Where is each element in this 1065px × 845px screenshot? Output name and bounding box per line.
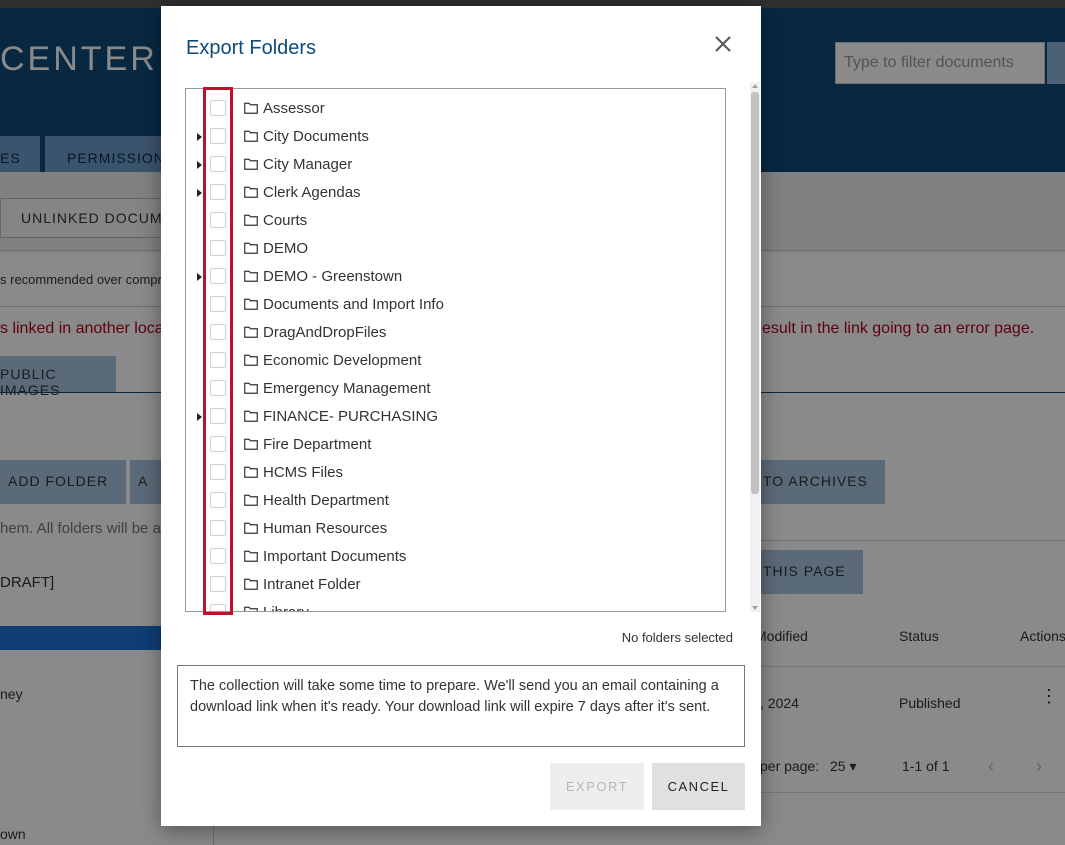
folder-checkbox[interactable]	[210, 268, 226, 284]
folder-checkbox[interactable]	[210, 604, 226, 611]
folder-checkbox[interactable]	[210, 548, 226, 564]
scroll-up-arrow-icon[interactable]	[752, 84, 758, 88]
folder-label: Courts	[263, 212, 308, 229]
folder-icon	[244, 578, 258, 590]
folder-label: FINANCE- PURCHASING	[263, 408, 439, 425]
expand-arrow-icon[interactable]	[197, 161, 202, 169]
folder-checkbox[interactable]	[210, 352, 226, 368]
folder-tree-row[interactable]: City Manager	[186, 151, 725, 179]
folder-icon	[244, 186, 258, 198]
folder-icon	[244, 494, 258, 506]
folder-icon	[244, 550, 258, 562]
export-info-message: The collection will take some time to pr…	[177, 665, 745, 747]
folder-checkbox[interactable]	[210, 296, 226, 312]
folder-checkbox[interactable]	[210, 184, 226, 200]
folder-tree-row[interactable]: DragAndDropFiles	[186, 319, 725, 347]
folder-tree-row[interactable]: Emergency Management	[186, 375, 725, 403]
folder-label: DragAndDropFiles	[263, 324, 387, 341]
selection-status: No folders selected	[621, 630, 733, 645]
folder-label: Assessor	[263, 100, 325, 117]
expand-arrow-icon[interactable]	[197, 273, 202, 281]
folder-label: Human Resources	[263, 520, 388, 537]
expand-arrow-icon[interactable]	[197, 413, 202, 421]
folder-tree-row[interactable]: Intranet Folder	[186, 571, 725, 599]
folder-checkbox[interactable]	[210, 492, 226, 508]
folder-tree-row[interactable]: Important Documents	[186, 543, 725, 571]
folder-tree-row[interactable]: Assessor	[186, 95, 725, 123]
cancel-button[interactable]: CANCEL	[652, 763, 745, 810]
folder-label: HCMS Files	[263, 464, 344, 481]
close-button[interactable]	[711, 32, 735, 56]
folder-icon	[244, 214, 258, 226]
folder-label: City Manager	[263, 156, 353, 173]
folder-tree-row[interactable]: Courts	[186, 207, 725, 235]
folder-tree-row[interactable]: Human Resources	[186, 515, 725, 543]
folder-checkbox[interactable]	[210, 520, 226, 536]
folder-checkbox[interactable]	[210, 240, 226, 256]
folder-tree[interactable]: Assessor City Documents City Manager Clerk …	[185, 88, 726, 612]
folder-checkbox[interactable]	[210, 128, 226, 144]
export-button[interactable]: EXPORT	[550, 763, 644, 810]
folder-label: Important Documents	[263, 548, 407, 565]
folder-icon	[244, 438, 258, 450]
folder-tree-row[interactable]: DEMO	[186, 235, 725, 263]
folder-icon	[244, 242, 258, 254]
folder-tree-row[interactable]: Economic Development	[186, 347, 725, 375]
folder-checkbox[interactable]	[210, 408, 226, 424]
folder-tree-row[interactable]: Fire Department	[186, 431, 725, 459]
folder-label: Health Department	[263, 492, 389, 509]
folder-icon	[244, 382, 258, 394]
folder-tree-row[interactable]: FINANCE- PURCHASING	[186, 403, 725, 431]
folder-icon	[244, 606, 258, 611]
folder-checkbox[interactable]	[210, 576, 226, 592]
dialog-title: Export Folders	[186, 37, 317, 59]
folder-checkbox[interactable]	[210, 464, 226, 480]
folder-label: Emergency Management	[263, 380, 431, 397]
folder-icon	[244, 410, 258, 422]
folder-checkbox[interactable]	[210, 212, 226, 228]
folder-label: DEMO	[263, 240, 308, 257]
folder-tree-row[interactable]: City Documents	[186, 123, 725, 151]
folder-tree-row[interactable]: DEMO - Greenstown	[186, 263, 725, 291]
folder-checkbox[interactable]	[210, 100, 226, 116]
folder-label: Economic Development	[263, 352, 422, 369]
folder-label: Clerk Agendas	[263, 184, 361, 201]
folder-icon	[244, 270, 258, 282]
folder-icon	[244, 466, 258, 478]
folder-checkbox[interactable]	[210, 324, 226, 340]
folder-icon	[244, 326, 258, 338]
folder-checkbox[interactable]	[210, 156, 226, 172]
expand-arrow-icon[interactable]	[197, 189, 202, 197]
folder-icon	[244, 158, 258, 170]
close-icon	[715, 36, 731, 52]
folder-label: Documents and Import Info	[263, 296, 444, 313]
expand-arrow-icon[interactable]	[197, 133, 202, 141]
folder-label: Fire Department	[263, 436, 372, 453]
tree-scrollbar[interactable]	[750, 82, 760, 612]
folder-label: Intranet Folder	[263, 576, 361, 593]
scroll-thumb[interactable]	[751, 92, 759, 494]
folder-tree-row[interactable]: Health Department	[186, 487, 725, 515]
folder-label: Library	[263, 604, 309, 611]
folder-tree-row[interactable]: Documents and Import Info	[186, 291, 725, 319]
folder-tree-row[interactable]: HCMS Files	[186, 459, 725, 487]
folder-checkbox[interactable]	[210, 436, 226, 452]
folder-icon	[244, 130, 258, 142]
scroll-down-arrow-icon[interactable]	[752, 606, 758, 610]
folder-checkbox[interactable]	[210, 380, 226, 396]
folder-icon	[244, 298, 258, 310]
folder-tree-row[interactable]: Library	[186, 599, 725, 611]
folder-tree-row[interactable]: Clerk Agendas	[186, 179, 725, 207]
folder-icon	[244, 102, 258, 114]
export-folders-dialog: Export Folders Assessor City Documents Cit…	[161, 6, 761, 826]
folder-label: DEMO - Greenstown	[263, 268, 403, 285]
folder-label: City Documents	[263, 128, 369, 145]
folder-icon	[244, 522, 258, 534]
folder-icon	[244, 354, 258, 366]
